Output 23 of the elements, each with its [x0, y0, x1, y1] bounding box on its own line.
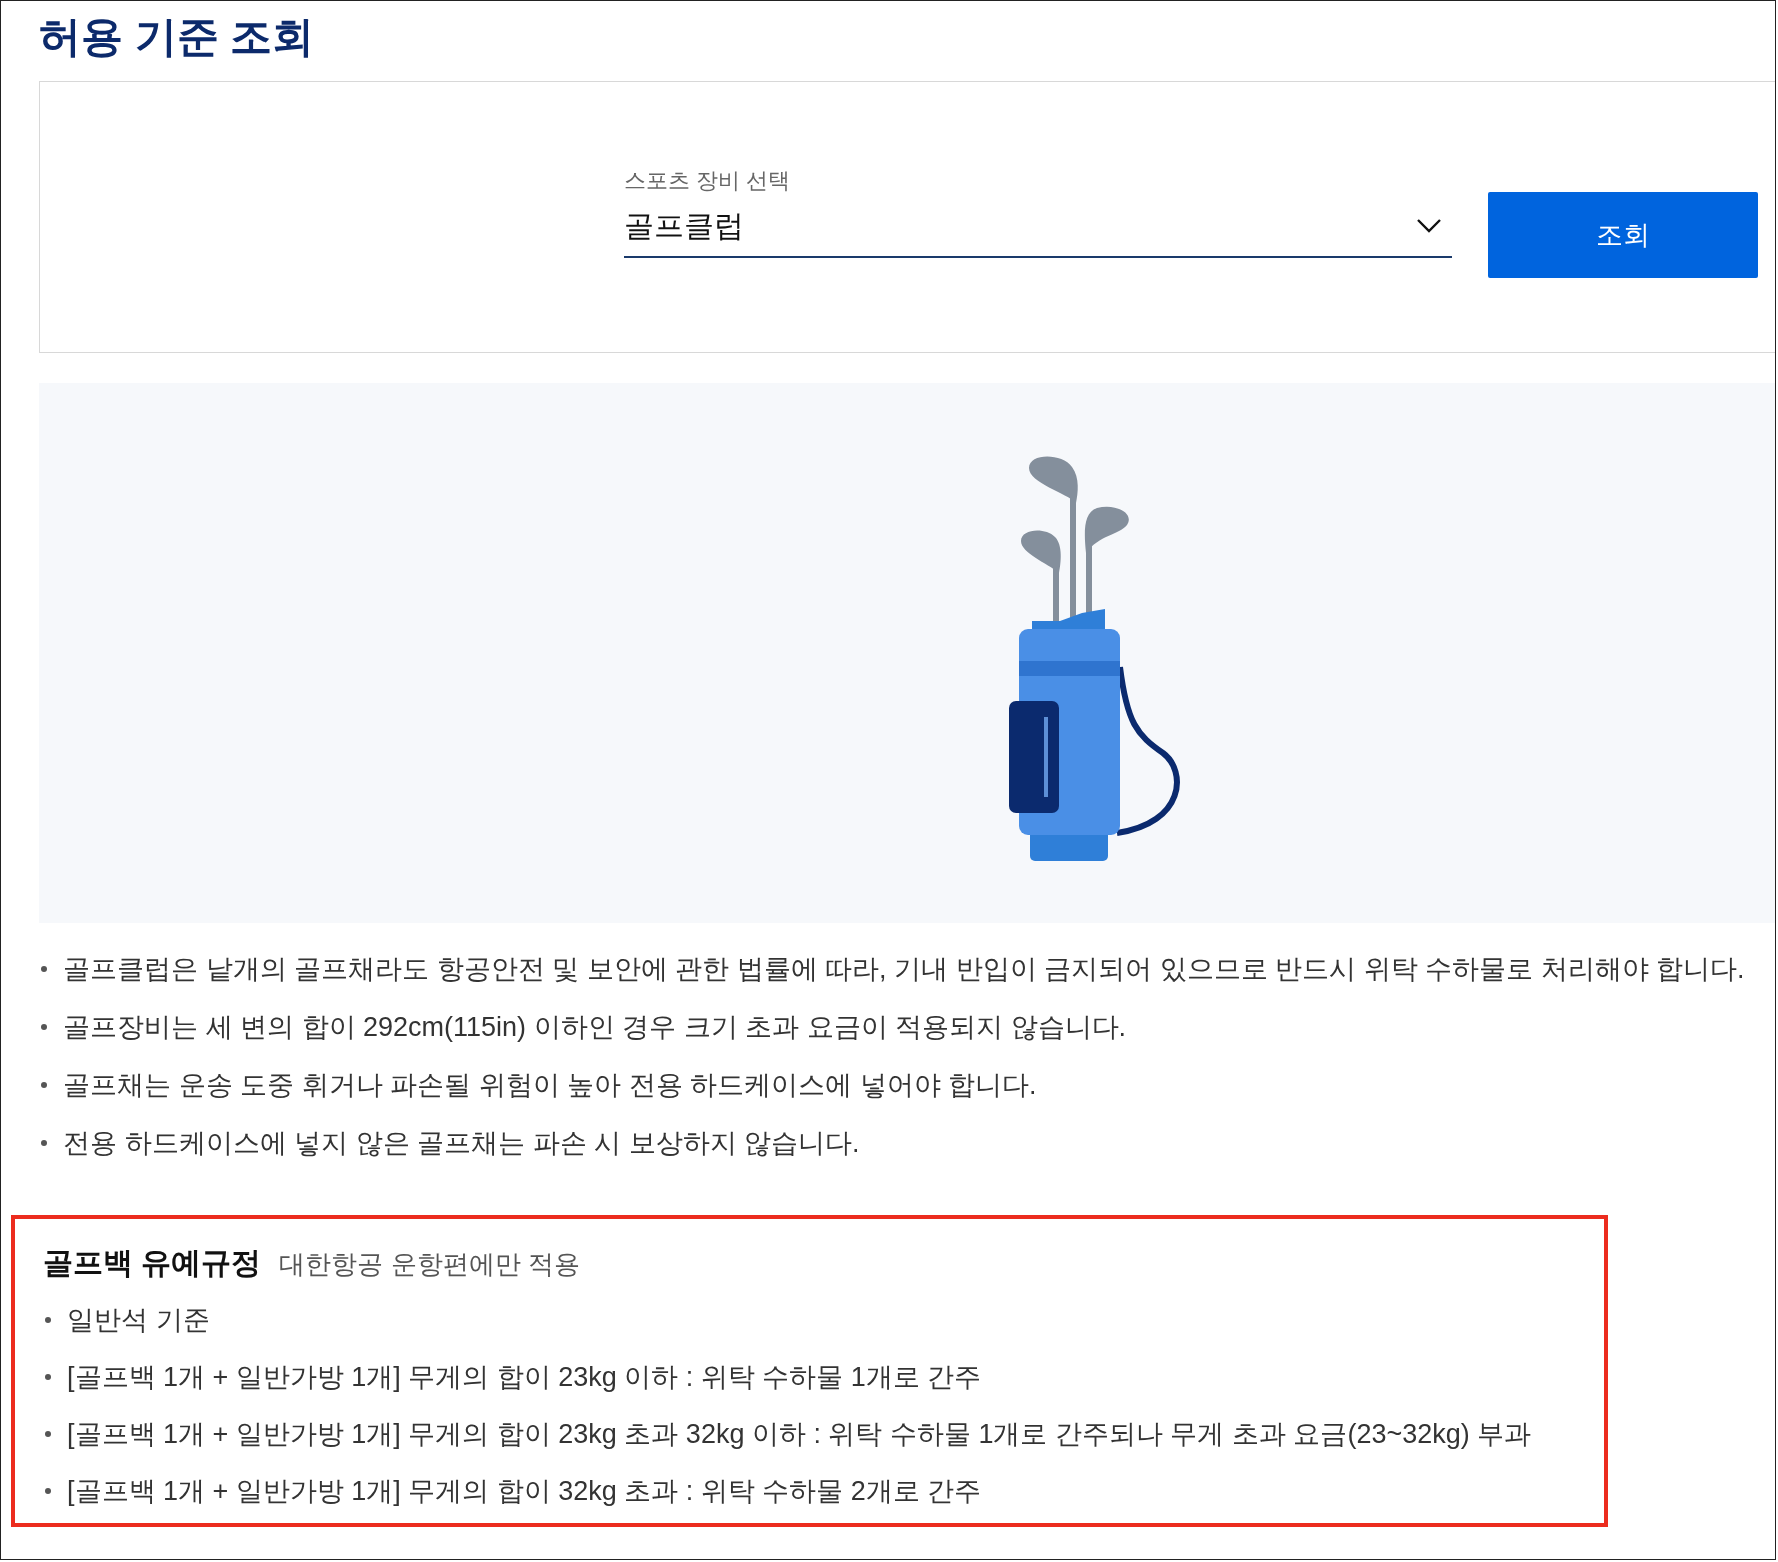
bullet-icon: [41, 1024, 47, 1030]
bullet-icon: [45, 1317, 51, 1323]
bullet-icon: [41, 966, 47, 972]
note-text: 골프채는 운송 도중 휘거나 파손될 위험이 높아 전용 하드케이스에 넣어야 합니다.: [63, 1069, 1037, 1102]
rule-text: 일반석 기준: [67, 1304, 210, 1337]
bullet-icon: [41, 1082, 47, 1088]
rule-text: [골프백 1개 + 일반가방 1개] 무게의 합이 23kg 이하 : 위탁 수하물 1개로 간주: [67, 1361, 982, 1394]
field-label: 스포츠 장비 선택: [624, 167, 792, 195]
note-text: 골프클럽은 낱개의 골프채라도 항공안전 및 보안에 관한 법률에 따라, 기내 반입이 금지되어 있으므로 반드시 위탁 수하물로 처리해야 합니다.: [63, 953, 1745, 986]
bullet-icon: [45, 1431, 51, 1437]
section-subtitle: 대한항공 운항편에만 적용: [279, 1248, 580, 1281]
chevron-down-icon: [1416, 218, 1442, 234]
equipment-select[interactable]: 골프클럽: [624, 196, 1452, 258]
page-title: 허용 기준 조회: [39, 12, 316, 62]
bullet-icon: [41, 1140, 47, 1146]
note-text: 골프장비는 세 변의 합이 292cm(115in) 이하인 경우 크기 초과 요금이 적용되지 않습니다.: [63, 1011, 1127, 1044]
rule-text: [골프백 1개 + 일반가방 1개] 무게의 합이 23kg 초과 32kg 이하 : 위탁 수하물 1개로 간주되나 무게 초과 요금(23~32kg) 부과: [67, 1418, 1532, 1451]
note-text: 전용 하드케이스에 넣지 않은 골프채는 파손 시 보상하지 않습니다.: [63, 1127, 860, 1160]
section-title: 골프백 유예규정: [43, 1245, 262, 1281]
search-button[interactable]: 조회: [1488, 192, 1758, 278]
bullet-icon: [45, 1488, 51, 1494]
bullet-icon: [45, 1374, 51, 1380]
rule-text: [골프백 1개 + 일반가방 1개] 무게의 합이 32kg 초과 : 위탁 수하물 2개로 간주: [67, 1475, 982, 1508]
